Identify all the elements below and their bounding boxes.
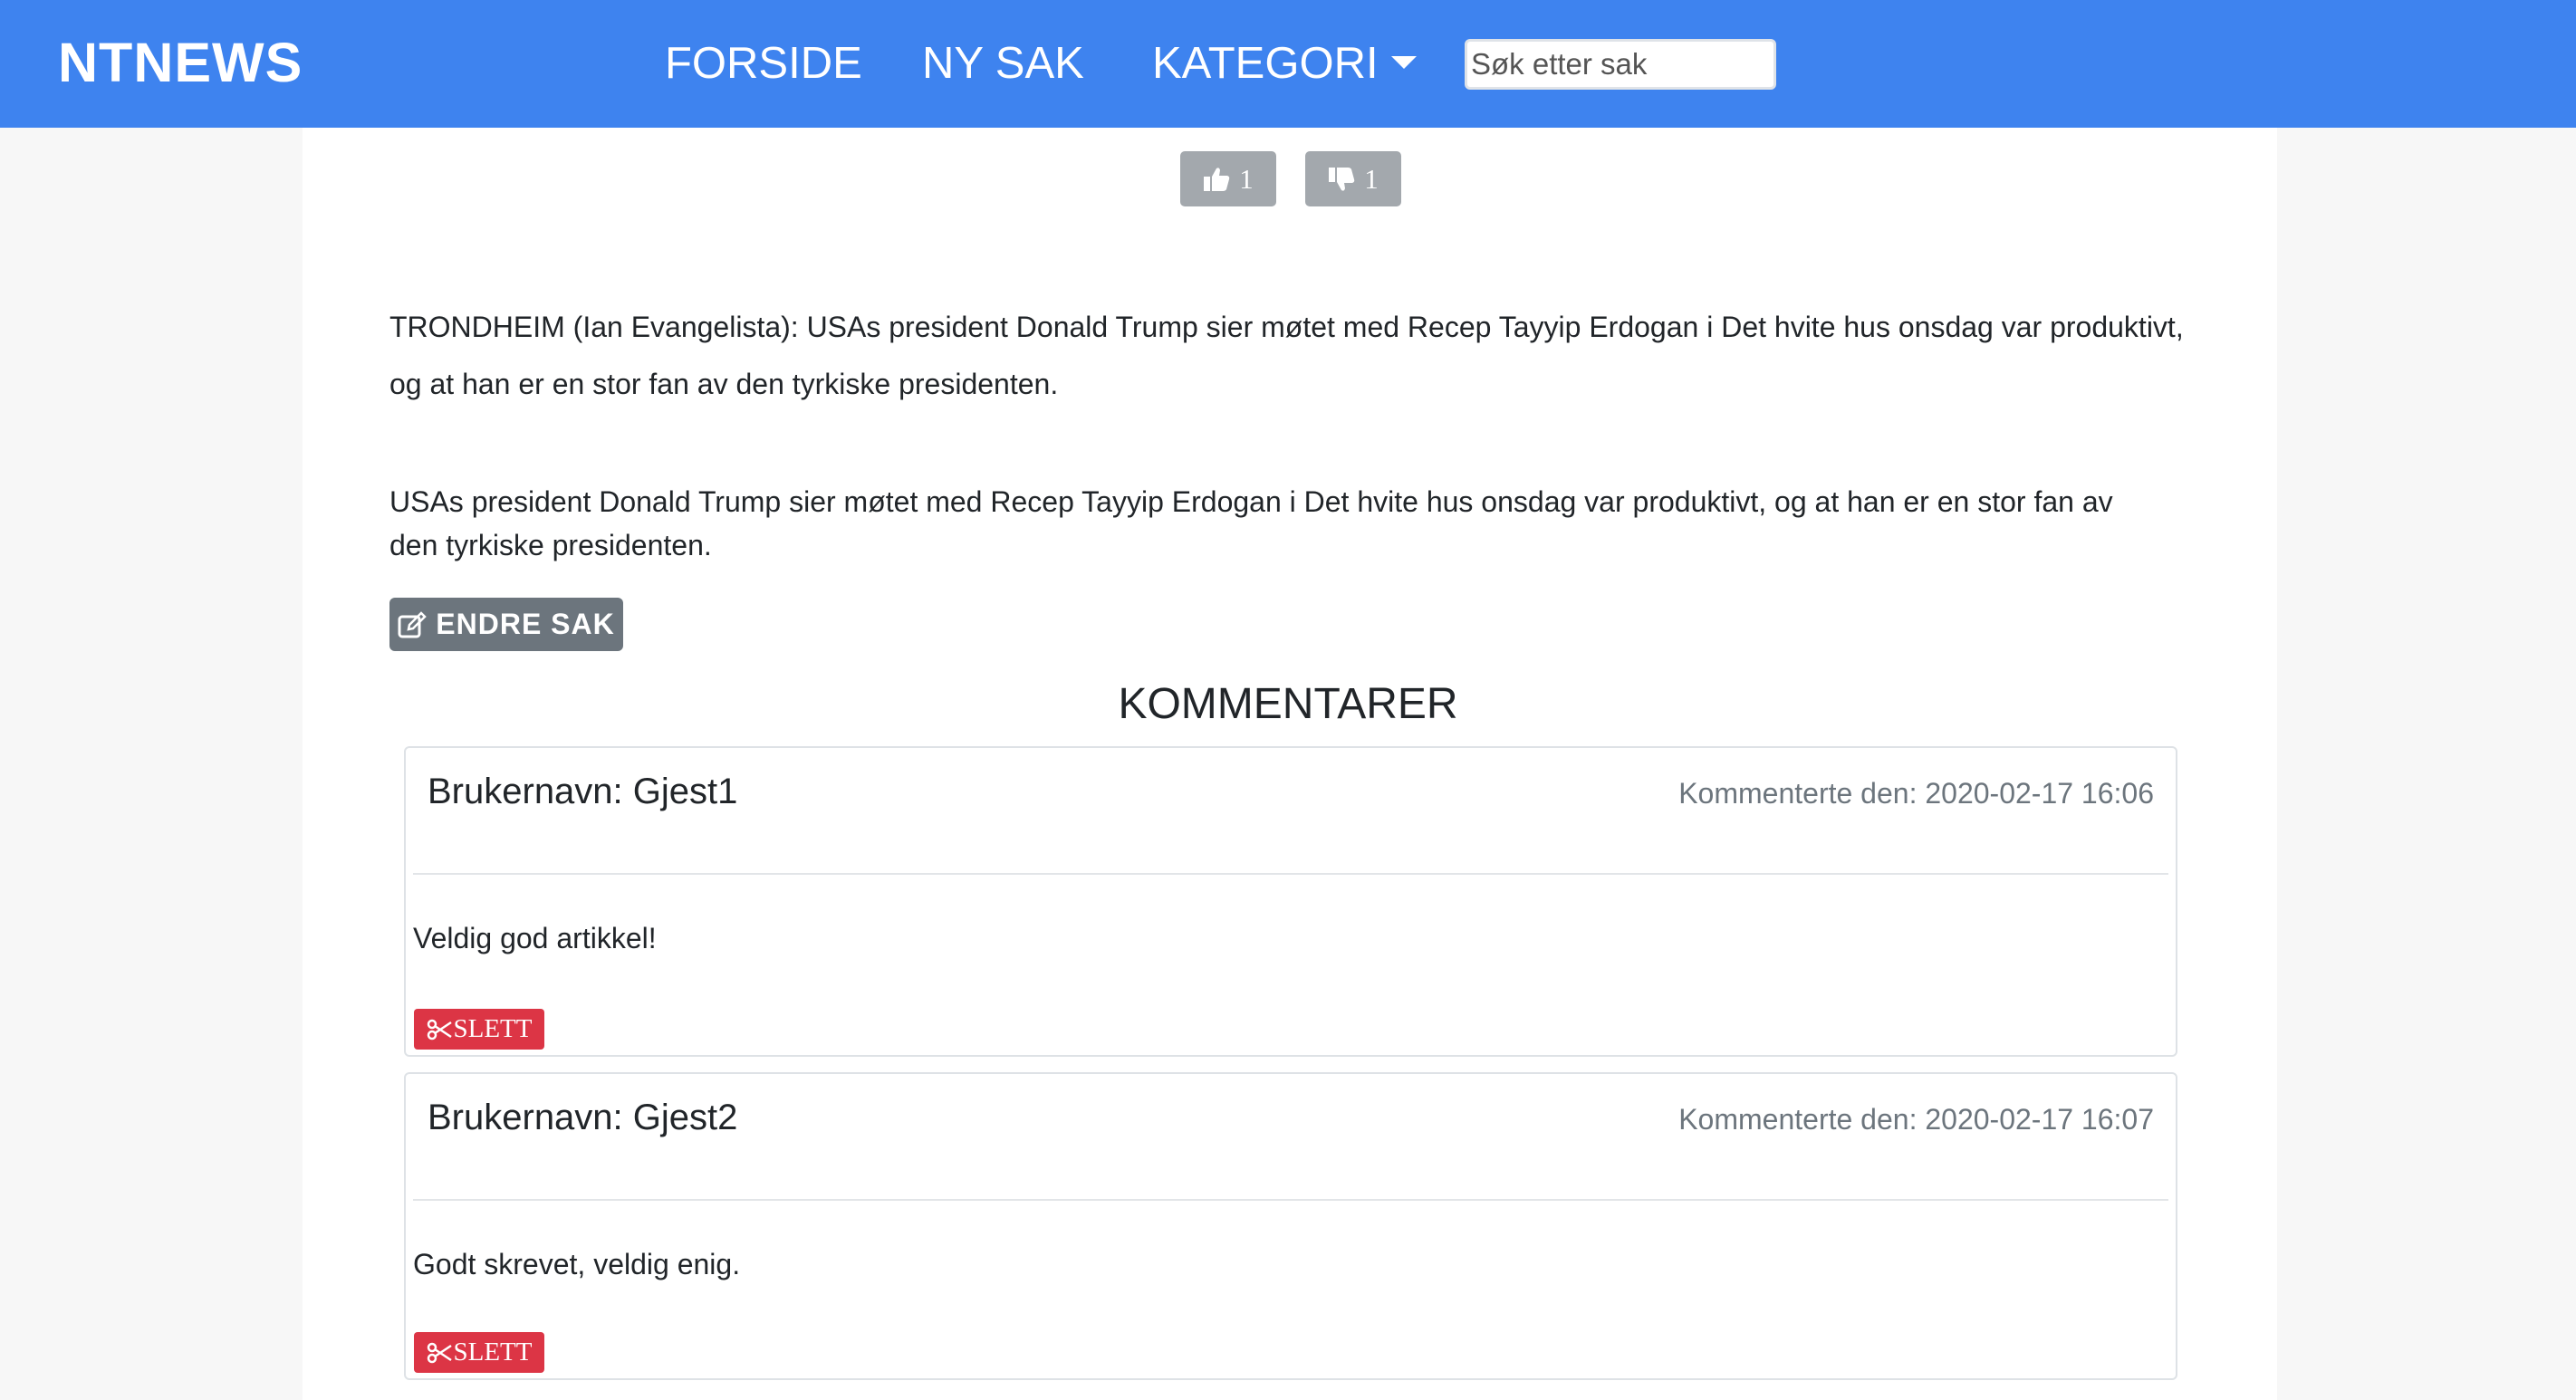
delete-comment-label: SLETT (453, 1338, 533, 1366)
edit-article-label: ENDRE SAK (436, 608, 615, 640)
comment-date: Kommenterte den: 2020-02-17 16:07 (1678, 1103, 2154, 1136)
nav-link-ny-sak[interactable]: NY SAK (922, 38, 1084, 89)
comment-username: Brukernavn: Gjest1 (428, 772, 738, 811)
comment-card: Brukernavn: Gjest2 Kommenterte den: 2020… (404, 1072, 2177, 1380)
nav-dropdown-label: KATEGORI (1152, 39, 1379, 88)
thumbs-down-icon (1329, 167, 1355, 191)
dislike-button[interactable]: 1 (1305, 151, 1401, 206)
comment-text: Veldig god artikkel! (413, 922, 657, 954)
article-body: USAs president Donald Trump sier møtet m… (389, 485, 2113, 561)
edit-icon (398, 610, 428, 638)
nav-link-forside[interactable]: FORSIDE (665, 38, 862, 89)
nav-dropdown-kategori[interactable]: KATEGORI (1152, 38, 1417, 89)
comment-username: Brukernavn: Gjest2 (428, 1098, 738, 1137)
edit-article-button[interactable]: ENDRE SAK (389, 598, 623, 651)
caret-down-icon (1390, 56, 1417, 70)
delete-comment-button[interactable]: SLETT (414, 1332, 544, 1373)
divider (413, 873, 2168, 875)
comments-heading: KOMMENTARER (1118, 680, 1458, 728)
delete-comment-label: SLETT (453, 1014, 533, 1043)
brand-logo[interactable]: NTNEWS (58, 31, 303, 94)
comment-text: Godt skrevet, veldig enig. (413, 1248, 741, 1280)
navbar: NTNEWS FORSIDE NY SAK KATEGORI (0, 0, 2576, 128)
comment-date: Kommenterte den: 2020-02-17 16:06 (1678, 777, 2154, 810)
search-input[interactable] (1465, 39, 1776, 90)
article-lead: TRONDHEIM (Ian Evangelista): USAs presid… (389, 311, 2184, 400)
dislike-count: 1 (1364, 162, 1379, 195)
scissors-icon (427, 1019, 452, 1040)
thumbs-up-icon (1204, 167, 1230, 191)
comment-card: Brukernavn: Gjest1 Kommenterte den: 2020… (404, 746, 2177, 1057)
scissors-icon (427, 1342, 452, 1363)
delete-comment-button[interactable]: SLETT (414, 1009, 544, 1050)
like-button[interactable]: 1 (1180, 151, 1276, 206)
divider (413, 1199, 2168, 1201)
like-count: 1 (1239, 162, 1254, 195)
